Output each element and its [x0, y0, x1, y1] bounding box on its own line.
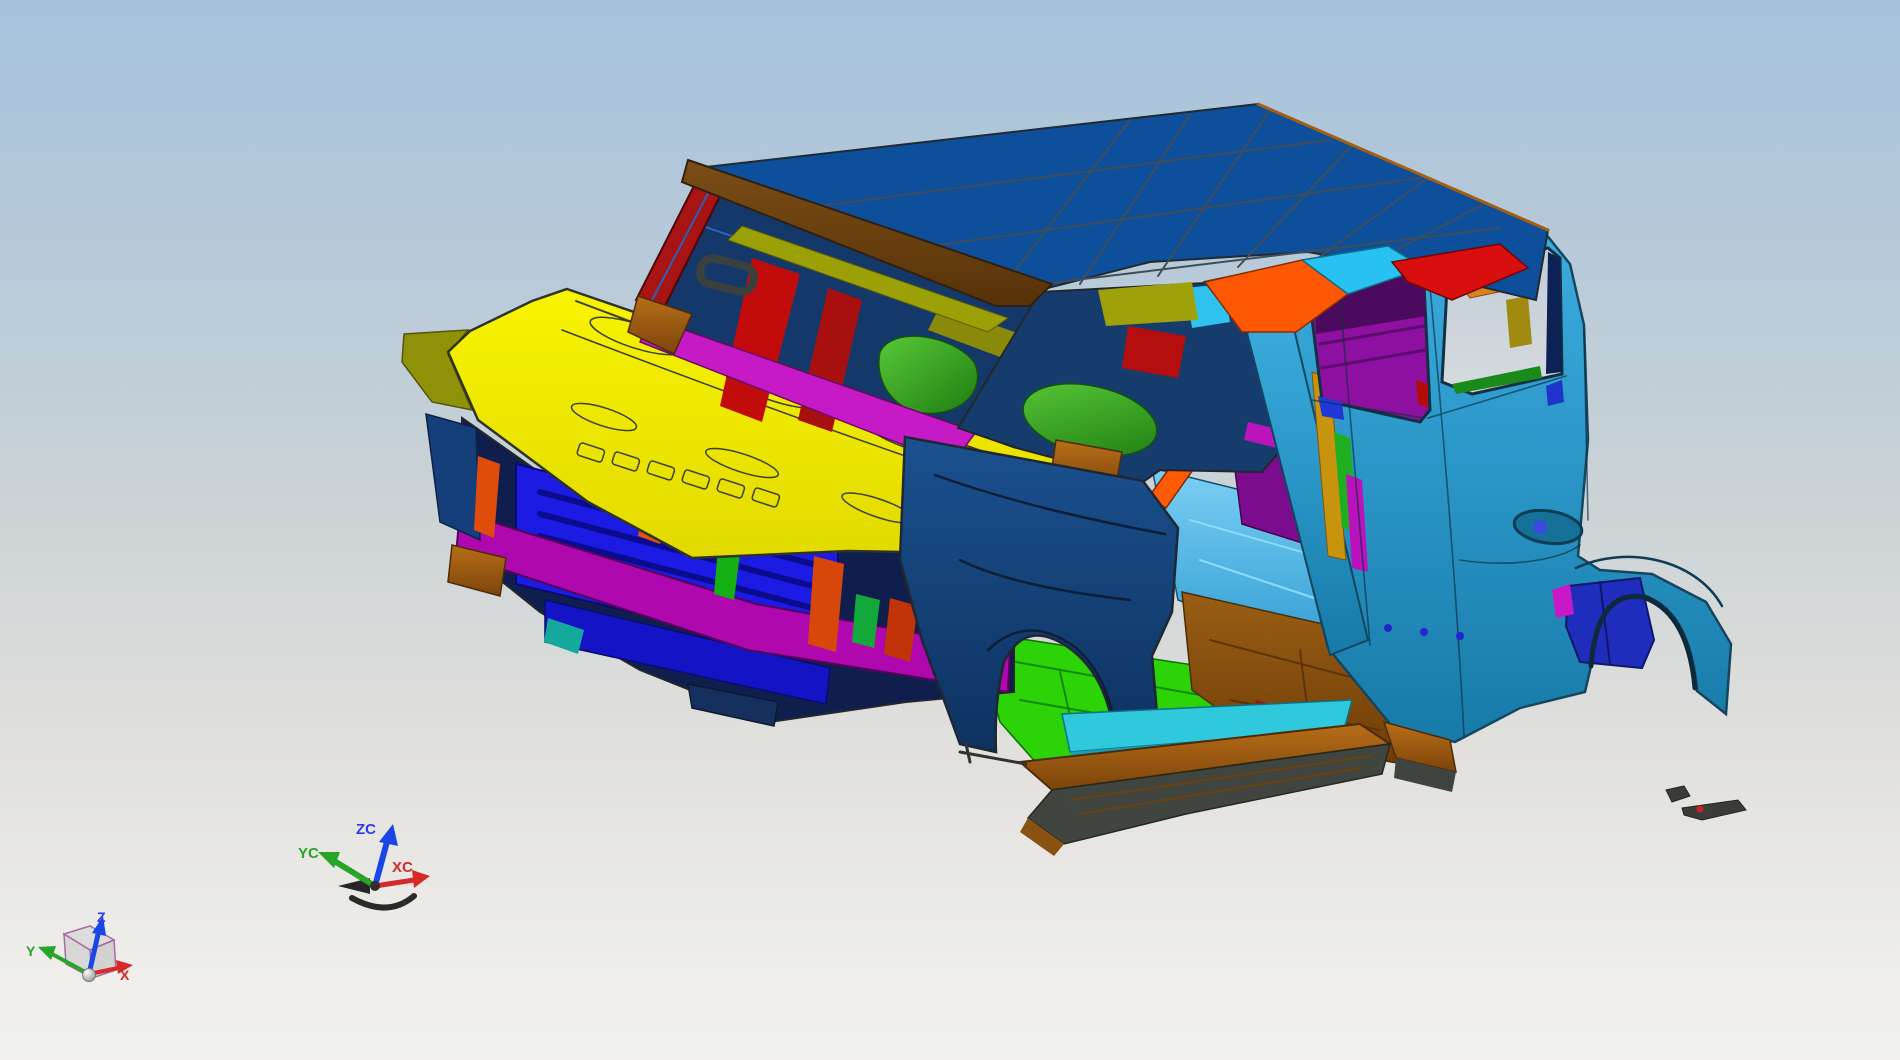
view-label-y: Y — [26, 943, 36, 959]
wcs-rotate-arc[interactable] — [349, 893, 417, 911]
wcs-z-axis-shaft[interactable] — [372, 835, 391, 889]
wcs-label-zc: ZC — [356, 821, 376, 838]
wcs-origin[interactable] — [370, 881, 380, 891]
wheelhouse-box-blue[interactable] — [1564, 576, 1656, 670]
model-3d-canvas[interactable]: ZC YC XC Z Y X — [0, 0, 1900, 1060]
debris-red-dot — [1696, 805, 1704, 813]
view-label-x: X — [120, 967, 130, 983]
cad-viewport[interactable]: ZC YC XC Z Y X — [0, 0, 1900, 1060]
wcs-x-axis-head[interactable] — [412, 870, 430, 888]
fender-tip-navy[interactable] — [425, 412, 481, 542]
wcs-label-yc: YC — [298, 845, 319, 862]
wcs-label-xc: XC — [392, 859, 413, 876]
quarter-window-navy-strip[interactable] — [1546, 252, 1562, 374]
quarter-window-olive-bracket[interactable] — [1506, 296, 1532, 348]
view-origin-sphere[interactable] — [82, 968, 96, 982]
door-handle-blue[interactable] — [1533, 520, 1547, 534]
wcs-x-axis-shaft[interactable] — [372, 877, 417, 889]
wcs-z-axis-head[interactable] — [379, 824, 398, 846]
view-y-axis-head[interactable] — [38, 946, 56, 960]
door-dot-1 — [1384, 624, 1392, 632]
debris-part-small[interactable] — [1665, 785, 1691, 803]
debris-part-large[interactable] — [1681, 799, 1747, 821]
door-dot-2 — [1420, 628, 1428, 636]
door-dot-3 — [1456, 632, 1464, 640]
view-label-z: Z — [97, 909, 106, 925]
